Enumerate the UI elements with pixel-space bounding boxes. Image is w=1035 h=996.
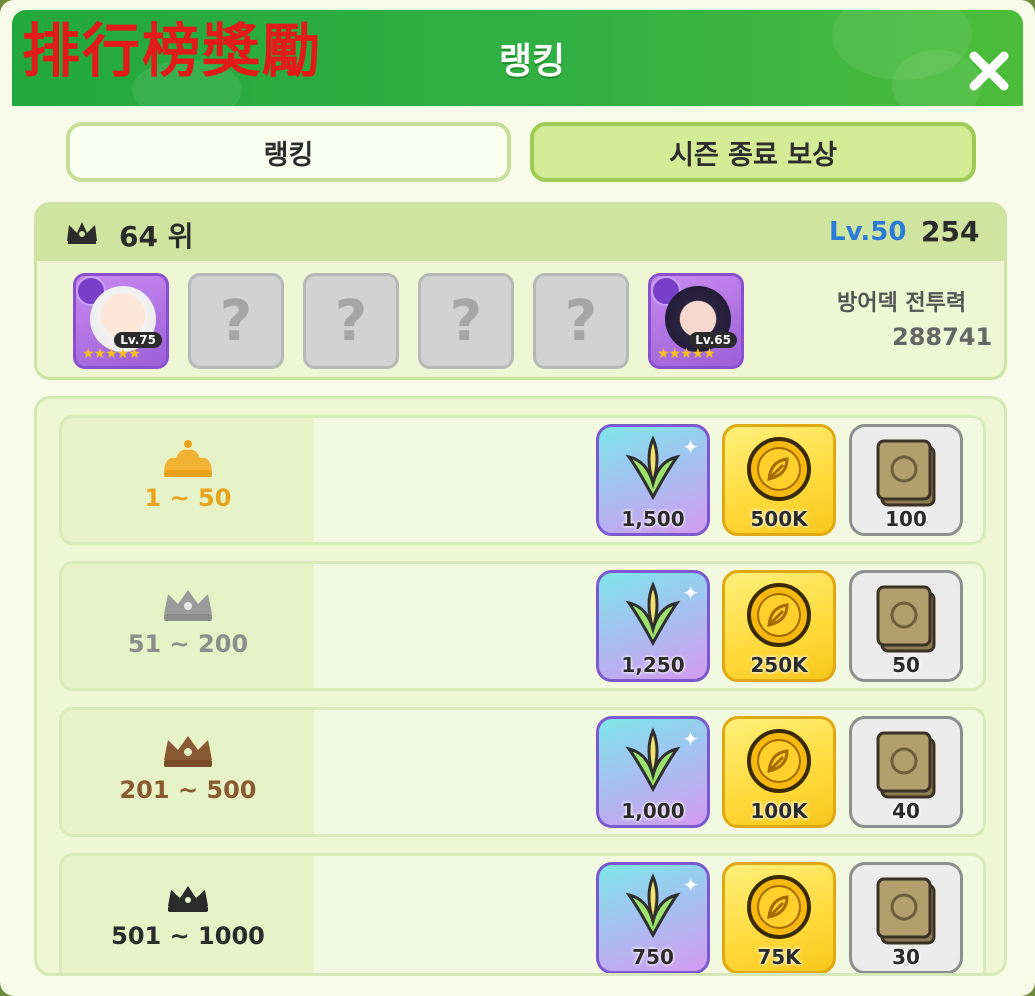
- empty-hero-slot[interactable]: ?: [303, 273, 399, 369]
- ranking-panel: 랭킹 排行榜獎勵 랭킹 시즌 종료 보상 64 위 Lv.50 254 Lv.7…: [0, 0, 1035, 996]
- bronze-crown-icon: [164, 736, 212, 767]
- close-icon: [969, 51, 1009, 91]
- reward-row: 1 ~ 50 ✦ 1,500 500K 100: [59, 415, 986, 545]
- gem-reward[interactable]: ✦ 750: [596, 862, 710, 973]
- rank-range: 501 ~ 1000: [111, 922, 265, 950]
- coin-reward[interactable]: 75K: [722, 862, 836, 973]
- my-level: Lv.50: [829, 217, 907, 247]
- rank-range: 201 ~ 500: [119, 776, 257, 804]
- gem-amount: 1,000: [621, 799, 685, 823]
- black-crown-icon: [168, 886, 208, 912]
- card-amount: 30: [892, 945, 920, 969]
- coin-icon: [747, 875, 811, 939]
- hero-slot-6[interactable]: Lv.65 ★★★★★: [648, 273, 744, 369]
- reward-row: 51 ~ 200 ✦ 1,250 250K 50: [59, 561, 986, 691]
- coin-amount: 75K: [757, 945, 801, 969]
- my-rank-position: 64 위: [119, 220, 194, 253]
- card-amount: 50: [892, 653, 920, 677]
- crown-icon: [67, 222, 97, 244]
- card-reward[interactable]: 30: [849, 862, 963, 973]
- card-reward[interactable]: 50: [849, 570, 963, 682]
- empty-hero-slot[interactable]: ?: [188, 273, 284, 369]
- coin-reward[interactable]: 500K: [722, 424, 836, 536]
- close-button[interactable]: [962, 44, 1016, 98]
- coin-icon: [747, 729, 811, 793]
- header-title: 랭킹: [498, 41, 566, 82]
- rank-range: 1 ~ 50: [144, 484, 232, 512]
- my-rank-card: 64 위 Lv.50 254 Lv.75 ★★★★★ ? ? ? ? Lv.65…: [34, 202, 1007, 380]
- card-pack-icon: [876, 439, 936, 507]
- gem-reward[interactable]: ✦ 1,500: [596, 424, 710, 536]
- gem-amount: 750: [632, 945, 674, 969]
- sparkle-icon: ✦: [682, 873, 699, 897]
- gold-crown-icon: [164, 440, 212, 477]
- gem-amount: 1,250: [621, 653, 685, 677]
- empty-hero-slot[interactable]: ?: [418, 273, 514, 369]
- reward-list[interactable]: 1 ~ 50 ✦ 1,500 500K 100 51 ~ 200 ✦ 1,250…: [34, 396, 1007, 976]
- sparkle-icon: ✦: [682, 727, 699, 751]
- sparkle-icon: ✦: [682, 435, 699, 459]
- reward-row: 501 ~ 1000 ✦ 750 75K 30: [59, 853, 986, 973]
- card-pack-icon: [876, 585, 936, 653]
- tab-ranking[interactable]: 랭킹: [66, 122, 511, 182]
- tab-season-end-rewards[interactable]: 시즌 종료 보상: [530, 122, 976, 182]
- rank-range: 51 ~ 200: [127, 630, 249, 658]
- gem-amount: 1,500: [621, 507, 685, 531]
- card-pack-icon: [876, 731, 936, 799]
- coin-reward[interactable]: 250K: [722, 570, 836, 682]
- coin-icon: [747, 583, 811, 647]
- overlay-caption: 排行榜獎勵: [22, 17, 323, 85]
- sparkle-icon: ✦: [682, 581, 699, 605]
- reward-row: 201 ~ 500 ✦ 1,000 100K 40: [59, 707, 986, 837]
- card-reward[interactable]: 40: [849, 716, 963, 828]
- card-amount: 100: [885, 507, 927, 531]
- card-reward[interactable]: 100: [849, 424, 963, 536]
- gem-reward[interactable]: ✦ 1,250: [596, 570, 710, 682]
- silver-crown-icon: [164, 590, 212, 621]
- hero-stars: ★★★★★: [82, 346, 141, 362]
- coin-amount: 500K: [750, 507, 808, 531]
- hero-stars: ★★★★★: [657, 346, 716, 362]
- my-score: 254: [921, 215, 980, 248]
- card-pack-icon: [876, 877, 936, 945]
- defense-power-value: 288741: [892, 323, 993, 351]
- card-amount: 40: [892, 799, 920, 823]
- coin-reward[interactable]: 100K: [722, 716, 836, 828]
- coin-amount: 250K: [750, 653, 808, 677]
- defense-power-label: 방어덱 전투력: [837, 291, 967, 316]
- hero-slot-1[interactable]: Lv.75 ★★★★★: [73, 273, 169, 369]
- coin-icon: [747, 437, 811, 501]
- empty-hero-slot[interactable]: ?: [533, 273, 629, 369]
- gem-reward[interactable]: ✦ 1,000: [596, 716, 710, 828]
- coin-amount: 100K: [750, 799, 808, 823]
